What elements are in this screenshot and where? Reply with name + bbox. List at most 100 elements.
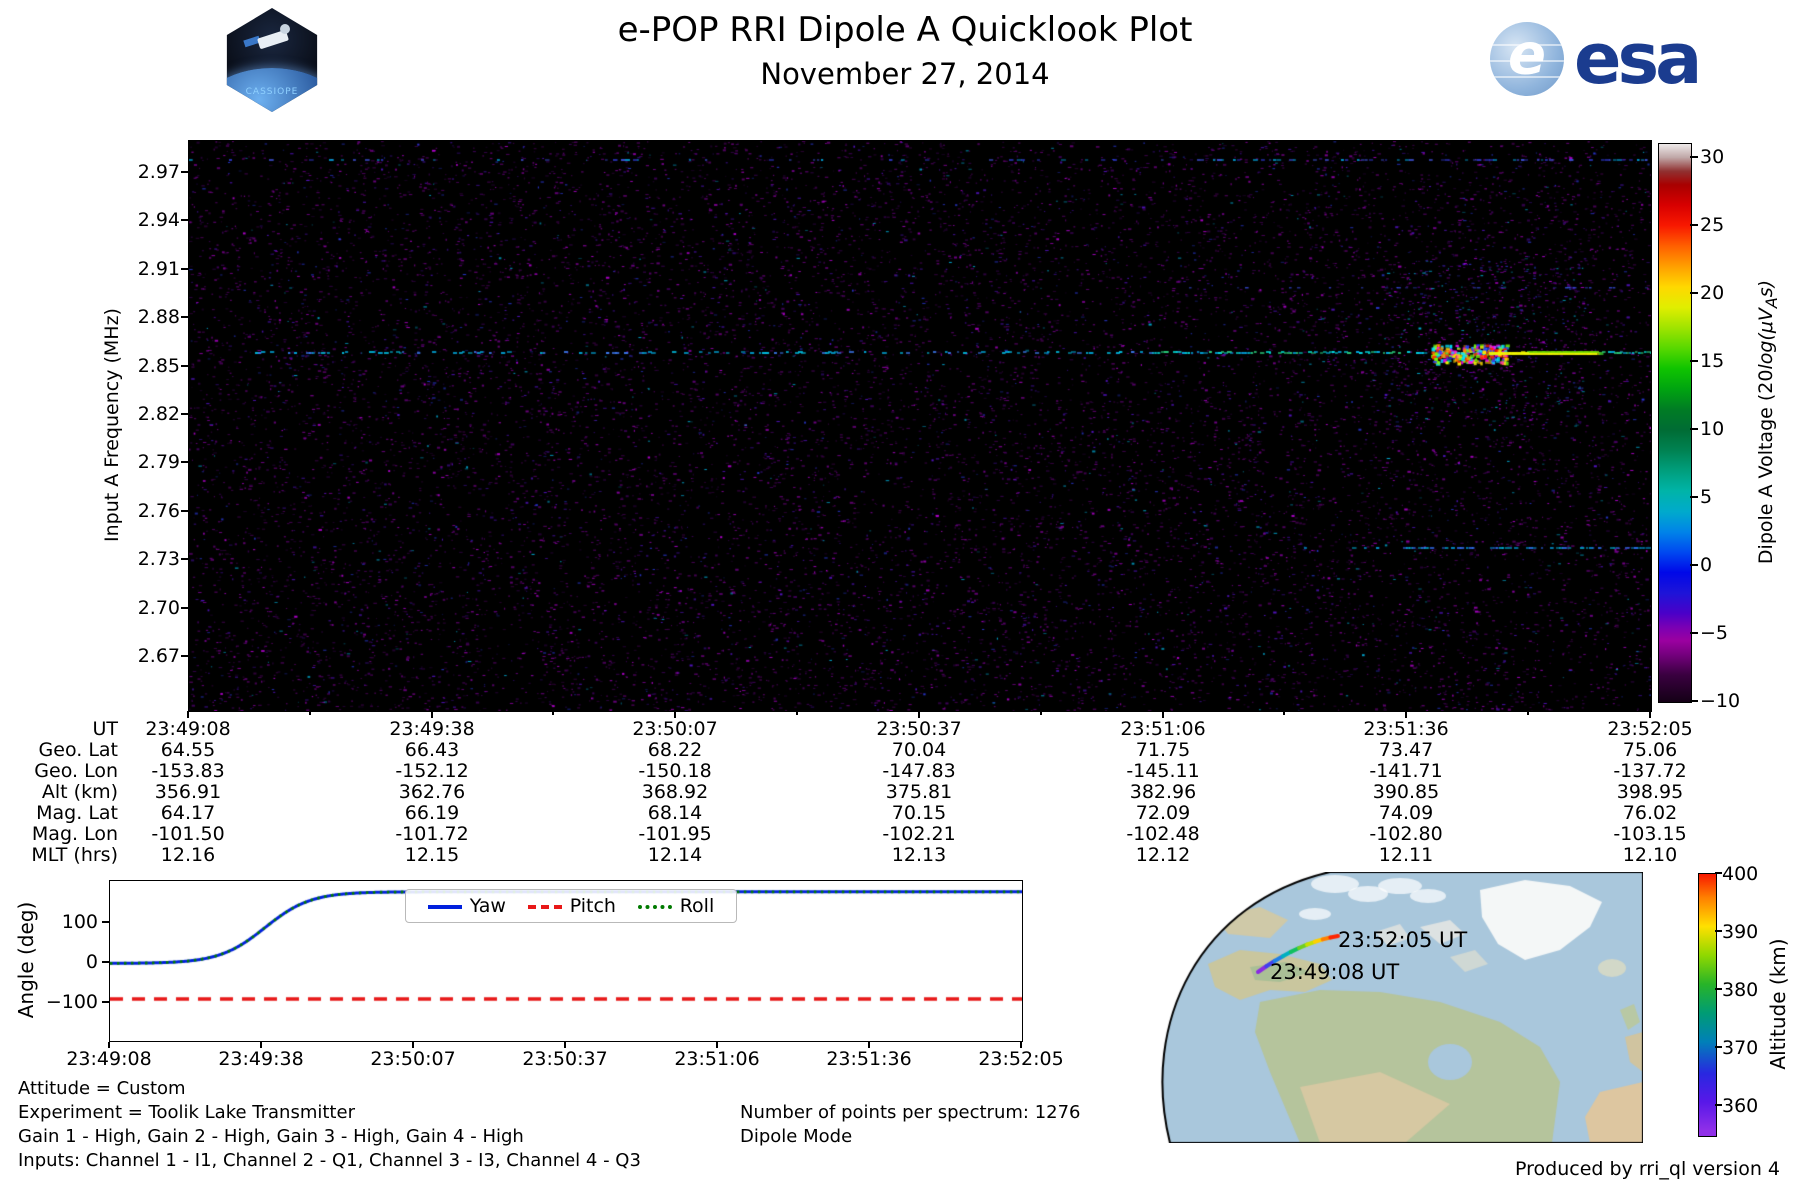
geo-lon-value: -153.83 — [151, 760, 225, 782]
mission-patch-label: CASSIOPE — [245, 87, 299, 97]
geo-lat-value: 66.43 — [404, 739, 460, 761]
time-tick-label: 23:50:37 — [522, 1048, 608, 1070]
geo-lat-value: 73.47 — [1378, 739, 1434, 761]
ephemeris-row-label: Geo. Lat — [38, 739, 118, 761]
legend-item-yaw: Yaw — [427, 895, 506, 917]
freq-tick-label: 2.76 — [137, 500, 180, 522]
ut-value: 23:50:37 — [876, 718, 962, 740]
mag-lat-value: 64.17 — [160, 802, 216, 824]
tick-mark — [181, 267, 188, 270]
altitude-tick-label: 370 — [1722, 1037, 1759, 1059]
ut-value: 23:49:38 — [389, 718, 475, 740]
mag-lat-value: 74.09 — [1378, 802, 1434, 824]
tick-mark — [181, 316, 188, 319]
voltage-tick-label: 25 — [1700, 214, 1725, 236]
tick-mark — [181, 461, 188, 464]
time-tick-label: 23:49:38 — [218, 1048, 304, 1070]
ut-value: 23:51:36 — [1363, 718, 1449, 740]
mag-lon-value: -101.72 — [395, 823, 469, 845]
alt-value: 362.76 — [398, 781, 466, 803]
ephemeris-row-label: MLT (hrs) — [31, 844, 118, 866]
legend-item-roll: Roll — [637, 895, 714, 917]
ephemeris-row-label: UT — [92, 718, 118, 740]
tick-mark — [260, 1042, 262, 1048]
tick-mark — [102, 921, 109, 923]
freq-tick-label: 2.97 — [137, 161, 180, 183]
satellite-dish-icon — [280, 24, 290, 34]
mag-lon-value: -102.80 — [1369, 823, 1443, 845]
mag-lat-value: 76.02 — [1622, 802, 1678, 824]
ut-value: 23:51:06 — [1120, 718, 1206, 740]
tick-mark — [1715, 1104, 1722, 1106]
esa-wordmark: esa — [1574, 18, 1702, 100]
info-dipole-mode: Dipole Mode — [740, 1126, 853, 1147]
esa-globe-letter: e — [1508, 22, 1546, 88]
mag-lat-value: 68.14 — [647, 802, 703, 824]
tick-mark — [181, 655, 188, 657]
alt-value: 356.91 — [154, 781, 222, 803]
tick-mark — [868, 1042, 870, 1048]
roll-line-sample — [637, 904, 672, 909]
tick-mark — [1649, 711, 1652, 718]
freq-tick-label: 2.70 — [137, 597, 180, 619]
tick-mark — [1161, 711, 1164, 718]
tick-mark — [102, 961, 109, 963]
freq-tick-label: 2.73 — [137, 548, 180, 570]
mlt-value: 12.13 — [891, 844, 947, 866]
tick-mark — [1690, 156, 1698, 158]
freq-tick-label: 2.79 — [137, 451, 180, 473]
tick-mark — [552, 711, 555, 715]
tick-mark — [1690, 360, 1698, 362]
tick-mark — [1039, 711, 1042, 715]
pitch-line-sample — [527, 904, 562, 909]
page-subtitle: November 27, 2014 — [760, 57, 1050, 91]
ephemeris-row-label: Geo. Lon — [34, 760, 118, 782]
tick-mark — [1715, 988, 1722, 990]
ground-track-map — [1120, 872, 1643, 1143]
geo-lat-value: 68.22 — [647, 739, 703, 761]
info-inputs: Inputs: Channel 1 - I1, Channel 2 - Q1, … — [18, 1150, 641, 1171]
geo-lon-value: -152.12 — [395, 760, 469, 782]
altitude-tick-label: 400 — [1722, 863, 1759, 885]
footer-credit: Produced by rri_ql version 4 — [1515, 1158, 1780, 1180]
tick-mark — [1690, 700, 1698, 702]
quicklook-figure: CASSIOPE e-POP RRI Dipole A Quicklook Pl… — [0, 0, 1800, 1200]
tick-mark — [102, 1001, 109, 1003]
alt-value: 382.96 — [1129, 781, 1197, 803]
tick-mark — [181, 606, 188, 609]
voltage-tick-label: 5 — [1700, 486, 1713, 508]
tick-mark — [1715, 872, 1722, 874]
voltage-tick-label: −5 — [1700, 622, 1729, 644]
freq-tick-label: 2.82 — [137, 403, 180, 425]
time-tick-label: 23:51:36 — [826, 1048, 912, 1070]
freq-tick-label: 2.85 — [137, 355, 180, 377]
tick-mark — [674, 711, 677, 718]
voltage-tick-label: 15 — [1700, 350, 1725, 372]
altitude-tick-label: 380 — [1722, 979, 1759, 1001]
alt-value: 398.95 — [1616, 781, 1684, 803]
voltage-tick-label: 20 — [1700, 282, 1725, 304]
tick-mark — [1690, 428, 1698, 430]
voltage-colorbar-label: Dipole A Voltage (20log(μVAs) — [1755, 279, 1781, 565]
tick-mark — [1690, 632, 1698, 634]
tick-mark — [1690, 292, 1698, 294]
freq-tick-label: 2.88 — [137, 306, 180, 328]
mlt-value: 12.12 — [1135, 844, 1191, 866]
freq-tick-label: 2.94 — [137, 209, 180, 231]
geo-lat-value: 70.04 — [891, 739, 947, 761]
geo-lon-value: -147.83 — [882, 760, 956, 782]
tick-mark — [1690, 496, 1698, 498]
geo-lon-value: -137.72 — [1613, 760, 1687, 782]
voltage-tick-label: 0 — [1700, 554, 1713, 576]
tick-mark — [1715, 930, 1722, 932]
angle-tick-label: −100 — [45, 991, 98, 1013]
info-attitude: Attitude = Custom — [18, 1078, 186, 1099]
cassiope-patch-field: CASSIOPE — [226, 8, 318, 112]
info-gains: Gain 1 - High, Gain 2 - High, Gain 3 - H… — [18, 1126, 524, 1147]
page-title: e-POP RRI Dipole A Quicklook Plot — [617, 10, 1193, 50]
altitude-colorbar-label: Altitude (km) — [1766, 938, 1790, 1070]
esa-logo-globe: e — [1490, 22, 1564, 96]
mag-lat-value: 66.19 — [404, 802, 460, 824]
angle-tick-label: 0 — [85, 951, 98, 973]
info-experiment: Experiment = Toolik Lake Transmitter — [18, 1102, 355, 1123]
